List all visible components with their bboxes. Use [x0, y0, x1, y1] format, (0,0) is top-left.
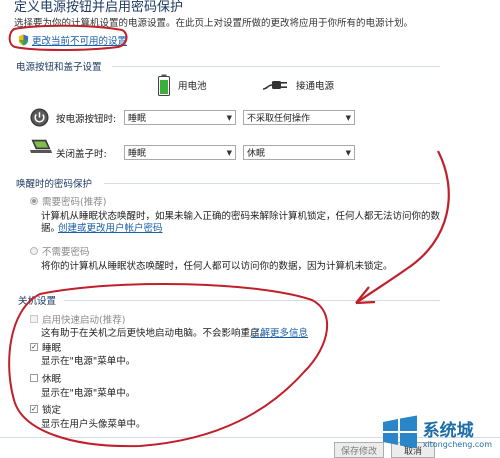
- plugged-column-label: 接通电源: [296, 81, 335, 92]
- section-divider: [104, 183, 440, 184]
- sleep-checkbox[interactable]: ✓: [30, 343, 38, 351]
- power-plug-icon: [262, 81, 287, 90]
- no-password-desc: 将你的计算机从睡眠状态唤醒时，任何人都可以访问你的数据，因为计算机未锁定。: [41, 261, 393, 272]
- section-divider: [112, 66, 440, 67]
- windows-logo-icon: [382, 415, 417, 449]
- learn-more-link[interactable]: 了解更多信息: [251, 325, 308, 339]
- power-button-plugged-select[interactable]: 不采取任何操作 ▼: [243, 110, 355, 125]
- lock-label: 锁定: [42, 405, 62, 416]
- fast-startup-desc: 这有助于在关机之后更快地启动电脑。不会影响重启。: [41, 328, 270, 339]
- require-password-radio[interactable]: [30, 197, 38, 205]
- hibernate-desc: 显示在"电源"菜单中。: [41, 388, 136, 399]
- lock-checkbox[interactable]: ✓: [30, 405, 38, 413]
- watermark-url: xitongcheng.com: [422, 440, 492, 449]
- require-password-label: 需要密码(推荐): [42, 197, 107, 208]
- laptop-lid-icon: [30, 139, 52, 153]
- watermark-text: 系统城 xitongcheng.com: [422, 421, 492, 450]
- lock-desc: 显示在用户头像菜单中。: [41, 419, 146, 430]
- wake-password-section-title: 唤醒时的密码保护: [16, 179, 93, 190]
- hibernate-label: 休眠: [42, 374, 62, 385]
- no-password-option[interactable]: 不需要密码: [30, 244, 90, 258]
- select-value: 睡眠: [128, 149, 147, 159]
- page-description: 选择要为你的计算机设置的电源设置。在此页上对设置所做的更改将应用于你所有的电源计…: [14, 18, 414, 29]
- shutdown-section-title: 关机设置: [18, 296, 57, 307]
- create-password-link[interactable]: 创建或更改用户帐户密码: [58, 220, 163, 234]
- no-password-label: 不需要密码: [42, 247, 90, 258]
- fast-startup-option[interactable]: 启用快速启动(推荐): [30, 312, 125, 326]
- fast-startup-checkbox[interactable]: [30, 315, 38, 323]
- lock-option[interactable]: ✓ 锁定: [30, 402, 61, 416]
- power-button-icon: [30, 108, 49, 127]
- lid-battery-select[interactable]: 睡眠 ▼: [124, 145, 236, 160]
- save-changes-button[interactable]: 保存修改: [334, 442, 384, 458]
- battery-column-label: 用电池: [178, 81, 207, 92]
- power-button-label: 按电源按钮时:: [56, 114, 117, 125]
- select-value: 睡眠: [128, 114, 147, 124]
- page-title: 定义电源按钮并启用密码保护: [14, 0, 184, 15]
- fast-startup-label: 启用快速启动(推荐): [42, 315, 126, 326]
- lid-plugged-select[interactable]: 休眠 ▼: [243, 145, 355, 160]
- annotation-arrow-curve: [355, 150, 450, 304]
- chevron-down-icon: ▼: [226, 113, 232, 122]
- lid-close-label: 关闭盖子时:: [56, 149, 107, 160]
- hibernate-checkbox[interactable]: [30, 374, 38, 382]
- chevron-down-icon: ▼: [226, 148, 232, 157]
- hibernate-option[interactable]: 休眠: [30, 371, 61, 385]
- no-password-radio[interactable]: [30, 247, 38, 255]
- chevron-down-icon: ▼: [345, 148, 351, 157]
- chevron-down-icon: ▼: [345, 113, 351, 122]
- select-value: 不采取任何操作: [247, 114, 311, 124]
- sleep-label: 睡眠: [42, 343, 62, 354]
- power-button-row-icon: [30, 108, 49, 127]
- sleep-option[interactable]: ✓ 睡眠: [30, 340, 61, 354]
- require-password-option[interactable]: 需要密码(推荐): [30, 194, 106, 208]
- power-button-battery-select[interactable]: 睡眠 ▼: [124, 110, 236, 125]
- change-unavailable-settings-link[interactable]: 更改当前不可用的设置: [18, 33, 127, 47]
- change-settings-label: 更改当前不可用的设置: [32, 36, 128, 47]
- lid-row-icon: [29, 138, 53, 156]
- plugged-column-header: 接通电源: [262, 78, 334, 92]
- section-divider: [64, 300, 440, 301]
- sleep-desc: 显示在"电源"菜单中。: [41, 356, 136, 367]
- power-buttons-section-title: 电源按钮和盖子设置: [16, 62, 102, 73]
- select-value: 休眠: [247, 149, 266, 159]
- battery-icon: [158, 74, 170, 96]
- watermark: 系统城 xitongcheng.com: [381, 415, 492, 449]
- watermark-brand: 系统城: [422, 421, 474, 441]
- battery-column-header: 用电池: [158, 74, 207, 96]
- uac-shield-icon: [18, 34, 29, 46]
